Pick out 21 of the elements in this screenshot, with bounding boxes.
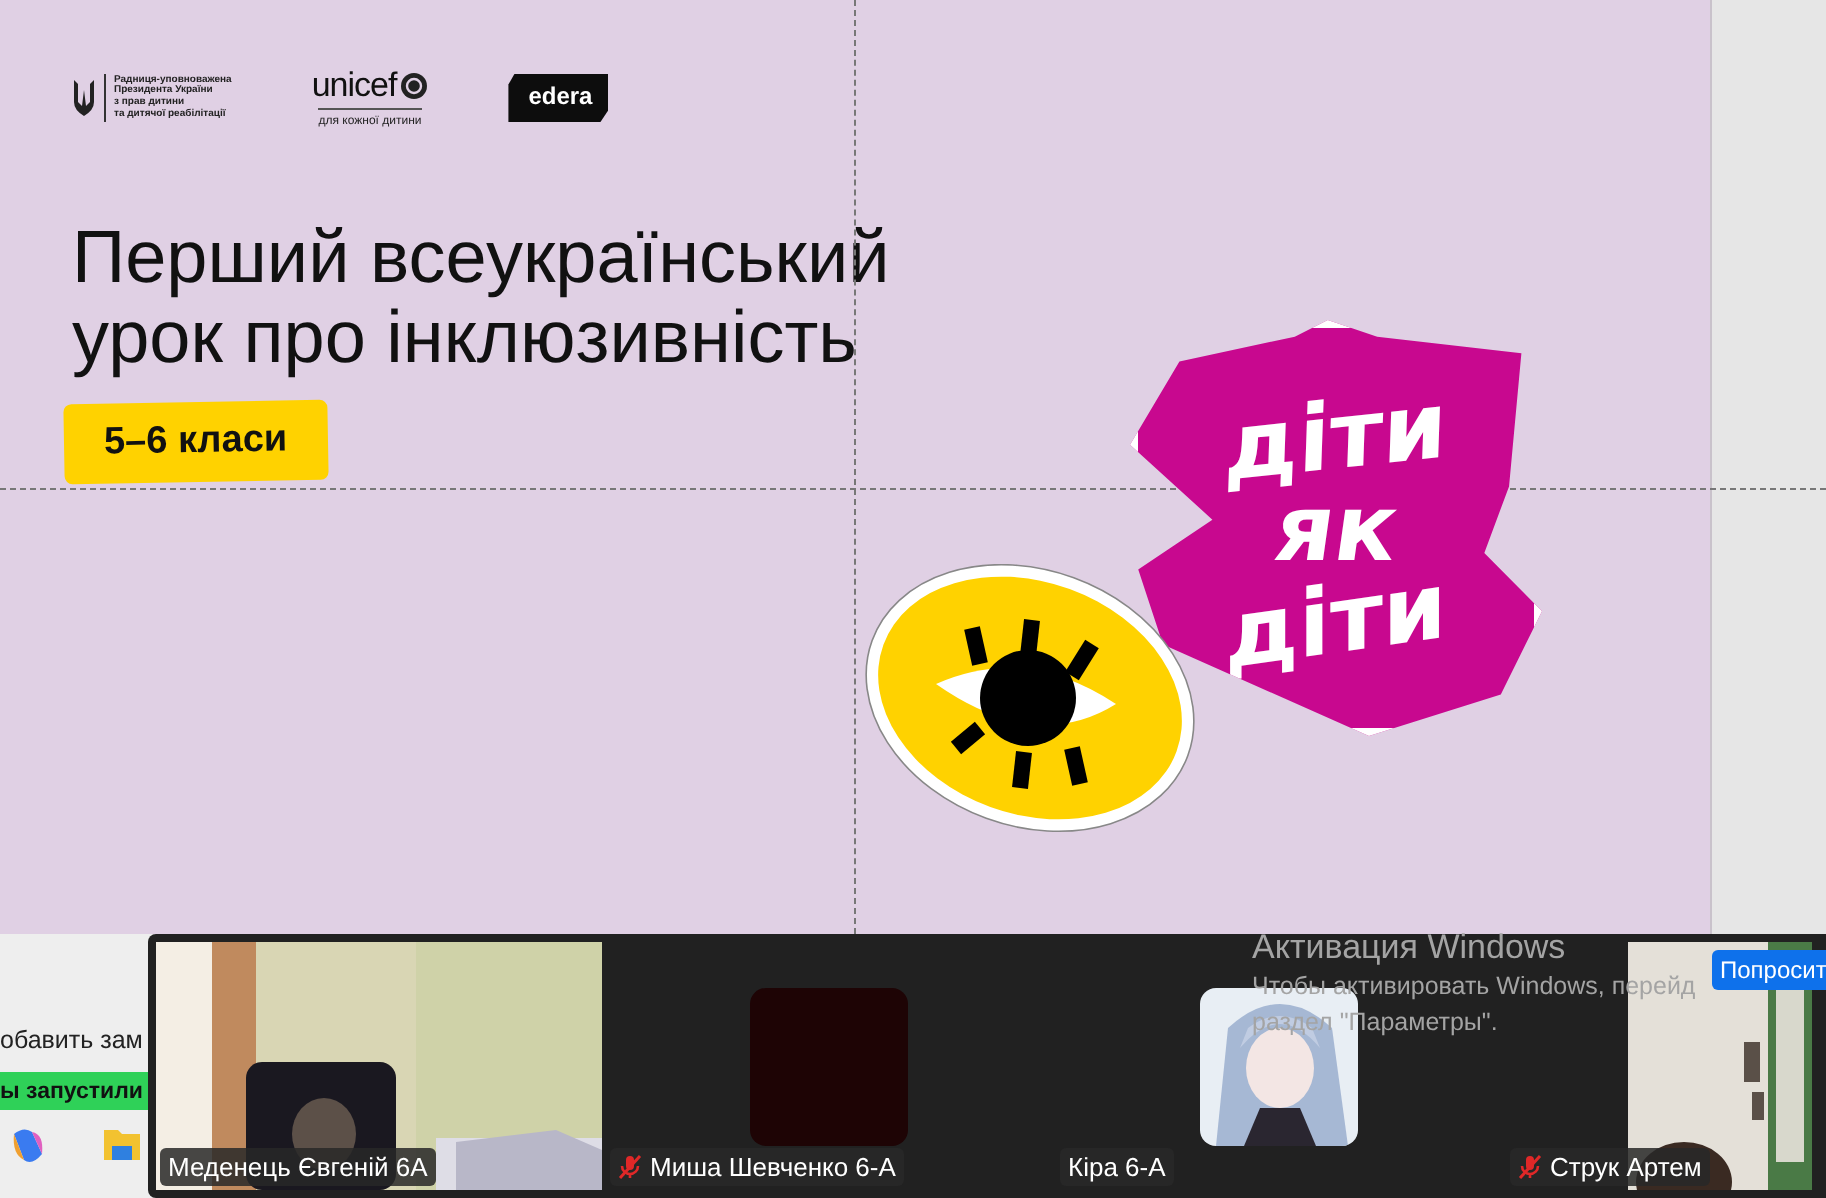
trident-icon bbox=[72, 78, 96, 118]
muted-mic-icon bbox=[618, 1154, 642, 1180]
slide-title: Перший всеукраїнський bbox=[72, 218, 890, 298]
participant-name-text: Миша Шевченко 6-А bbox=[650, 1152, 896, 1182]
muted-mic-icon bbox=[1518, 1154, 1542, 1180]
unicef-logo-text: unicef bbox=[311, 68, 397, 102]
participant-name-text: Струк Артем bbox=[1550, 1152, 1702, 1182]
request-button[interactable]: Попросит bbox=[1712, 950, 1826, 990]
folder-icon[interactable] bbox=[102, 1126, 142, 1162]
activation-title: Активация Windows bbox=[1252, 926, 1568, 968]
participant-name-text: Кіра 6-А bbox=[1068, 1152, 1166, 1182]
globe-icon bbox=[400, 71, 429, 99]
sticker-word: діти bbox=[1223, 377, 1449, 495]
copilot-icon[interactable] bbox=[8, 1126, 48, 1166]
slide-title: урок про інклюзивність bbox=[72, 298, 857, 378]
grade-badge: 5–6 класи bbox=[63, 399, 328, 485]
edera-logo: edera bbox=[508, 74, 609, 122]
window-text: обавить зам bbox=[0, 1026, 143, 1054]
sticker-word: діти bbox=[1225, 558, 1447, 682]
banner-text: ы запустили bbox=[0, 1079, 144, 1103]
participant-name-text: Меденець Євгеній 6А bbox=[168, 1152, 428, 1182]
